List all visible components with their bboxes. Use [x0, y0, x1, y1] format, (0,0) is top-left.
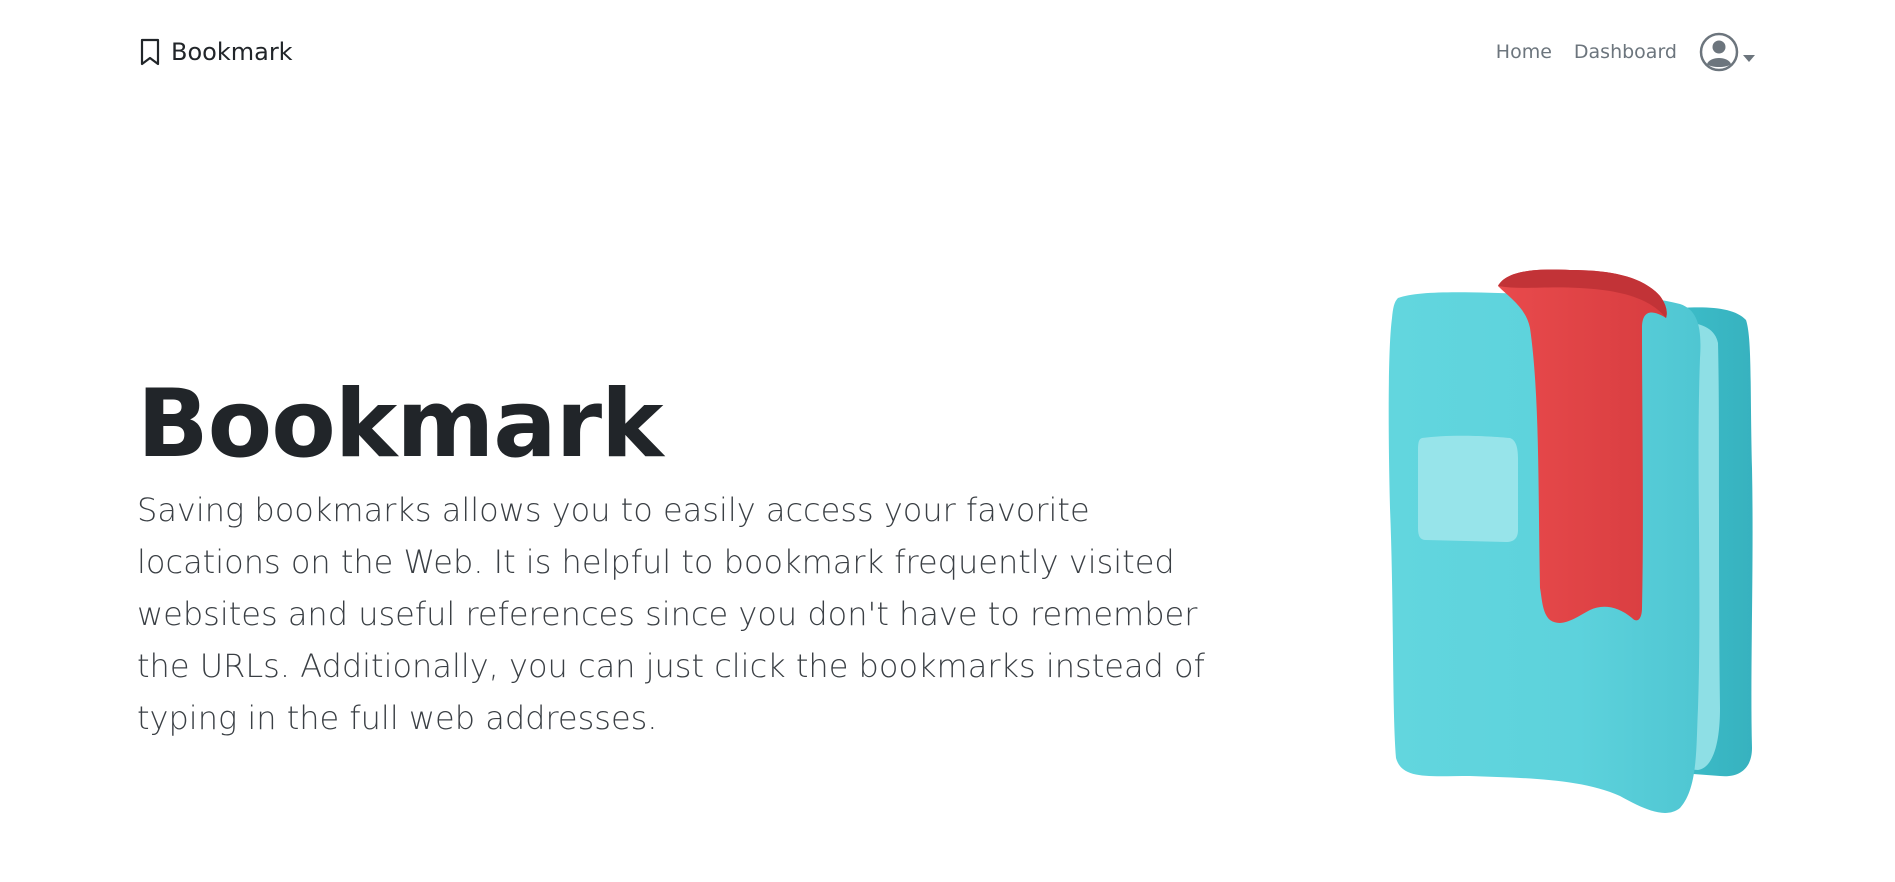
brand-link[interactable]: Bookmark — [139, 38, 293, 66]
navbar: Bookmark Home Dashboard — [0, 0, 1895, 110]
user-circle-icon — [1699, 32, 1739, 72]
brand-label: Bookmark — [171, 38, 293, 66]
bookmark-icon — [139, 38, 161, 66]
hero-section: Bookmark Saving bookmarks allows you to … — [137, 370, 1227, 744]
nav-link-home[interactable]: Home — [1496, 41, 1552, 63]
profile-dropdown[interactable] — [1699, 32, 1755, 72]
hero-description: Saving bookmarks allows you to easily ac… — [137, 491, 1205, 737]
hero-title: Bookmark — [137, 370, 664, 479]
nav-links: Home Dashboard — [1496, 32, 1755, 72]
nav-link-dashboard[interactable]: Dashboard — [1574, 41, 1677, 63]
book-illustration — [1380, 268, 1780, 818]
caret-down-icon — [1743, 48, 1755, 62]
